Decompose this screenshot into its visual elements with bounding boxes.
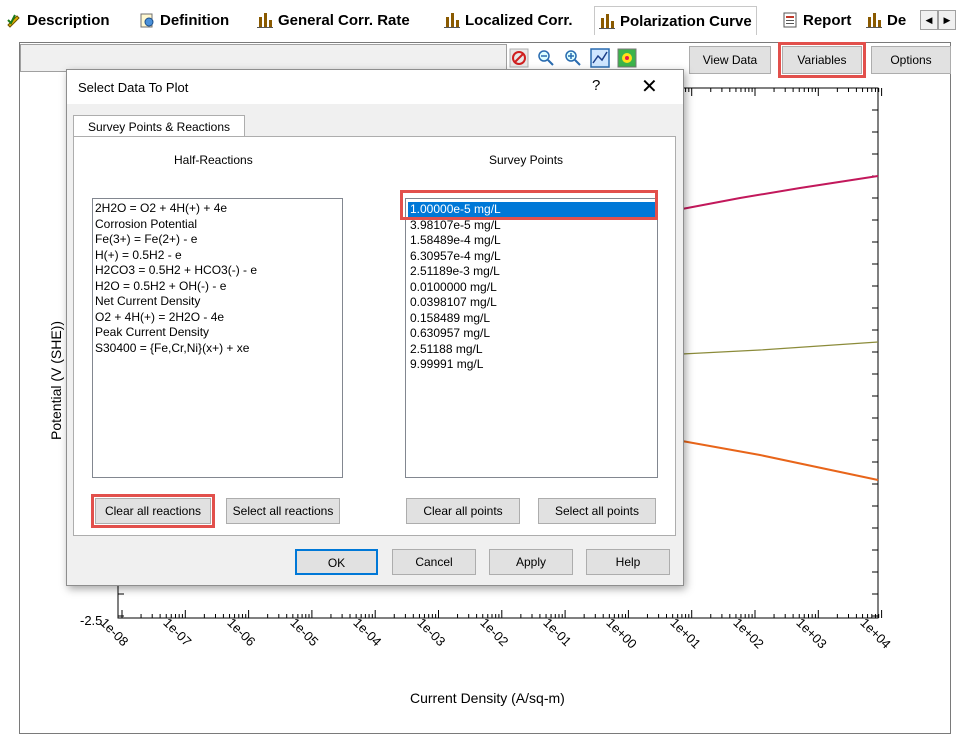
reaction-item[interactable]: H(+) = 0.5H2 - e [93, 248, 342, 264]
survey-point-item[interactable]: 0.158489 mg/L [408, 311, 655, 327]
tab-label: Definition [160, 11, 230, 29]
reaction-item[interactable]: O2 + 4H(+) = 2H2O - 4e [93, 310, 342, 326]
scroll-left-icon[interactable]: ◀ [920, 10, 938, 30]
select-all-points-button[interactable]: Select all points [538, 498, 656, 524]
plot-toolbar-strip [20, 44, 507, 72]
pencil-check-icon [6, 12, 22, 28]
selection-highlight [400, 190, 658, 220]
reaction-item[interactable]: Corrosion Potential [93, 217, 342, 233]
dialog-title: Select Data To Plot [78, 80, 189, 95]
tab-label: Description [27, 11, 110, 29]
close-icon[interactable]: ✕ [641, 74, 658, 99]
reaction-item[interactable]: H2O = 0.5H2 + OH(-) - e [93, 279, 342, 295]
survey-point-item[interactable]: 0.0398107 mg/L [408, 295, 655, 311]
line-chart-icon[interactable] [590, 48, 610, 68]
select-data-dialog: Select Data To Plot ? ✕ Survey Points & … [66, 69, 684, 586]
contour-map-icon[interactable] [617, 48, 637, 68]
gear-doc-icon [139, 12, 155, 28]
tab-definition[interactable]: Definition [139, 8, 229, 32]
ok-button[interactable]: OK [295, 549, 378, 575]
tab-general-corr-rate[interactable]: General Corr. Rate [257, 8, 410, 32]
tab-description[interactable]: Description [6, 8, 110, 32]
report-icon [782, 12, 798, 28]
view-data-button[interactable]: View Data [689, 46, 771, 74]
reaction-item[interactable]: Net Current Density [93, 294, 342, 310]
tab-scroll: ◀ ▶ [920, 10, 956, 30]
tab-label: General Corr. Rate [278, 11, 410, 29]
bar-chart-icon [866, 12, 882, 28]
x-axis-label: Current Density (A/sq-m) [410, 690, 565, 706]
reaction-item[interactable]: S30400 = {Fe,Cr,Ni}(x+) + xe [93, 341, 342, 357]
help-button[interactable]: Help [586, 549, 670, 575]
survey-points-list[interactable]: 1.00000e-5 mg/L 3.98107e-5 mg/L 1.58489e-4… [405, 198, 658, 478]
clear-all-points-button[interactable]: Clear all points [406, 498, 520, 524]
reaction-item[interactable]: 2H2O = O2 + 4H(+) + 4e [93, 201, 342, 217]
survey-point-item[interactable]: 6.30957e-4 mg/L [408, 249, 655, 265]
tab-polarization-curve[interactable]: Polarization Curve [594, 6, 757, 35]
survey-point-item[interactable]: 1.58489e-4 mg/L [408, 233, 655, 249]
bar-chart-icon [599, 13, 615, 29]
options-button[interactable]: Options [871, 46, 951, 74]
tab-label: Polarization Curve [620, 12, 752, 30]
variables-button[interactable]: Variables [778, 42, 866, 78]
no-symbol-icon[interactable] [509, 48, 529, 68]
reaction-item[interactable]: Fe(3+) = Fe(2+) - e [93, 232, 342, 248]
survey-points-header: Survey Points [489, 153, 564, 167]
select-all-reactions-button[interactable]: Select all reactions [226, 498, 340, 524]
help-icon[interactable]: ? [592, 77, 600, 94]
zoom-out-icon[interactable] [536, 48, 556, 68]
survey-point-item[interactable]: 2.51189e-3 mg/L [408, 264, 655, 280]
apply-button[interactable]: Apply [489, 549, 573, 575]
half-reactions-list[interactable]: 2H2O = O2 + 4H(+) + 4e Corrosion Potentia… [92, 198, 343, 478]
half-reactions-header: Half-Reactions [174, 153, 253, 167]
tab-de[interactable]: De [866, 8, 918, 32]
tab-report[interactable]: Report [782, 8, 851, 32]
survey-point-item[interactable]: 0.630957 mg/L [408, 326, 655, 342]
tab-label: Report [803, 11, 852, 29]
tab-label: De [887, 11, 907, 29]
tab-label: Localized Corr. [465, 11, 573, 29]
tab-bar: Description Definition General Corr. Rat… [0, 0, 956, 40]
survey-point-item[interactable]: 9.99991 mg/L [408, 357, 655, 373]
clear-all-reactions-button[interactable]: Clear all reactions [91, 494, 215, 528]
reaction-item[interactable]: H2CO3 = 0.5H2 + HCO3(-) - e [93, 263, 342, 279]
reaction-item[interactable]: Peak Current Density [93, 325, 342, 341]
bar-chart-icon [444, 12, 460, 28]
cancel-button[interactable]: Cancel [392, 549, 476, 575]
survey-point-item[interactable]: 2.51188 mg/L [408, 342, 655, 358]
y-axis-label: Potential (V (SHE)) [48, 320, 64, 440]
scroll-right-icon[interactable]: ▶ [938, 10, 956, 30]
tab-localized-corr[interactable]: Localized Corr. [444, 8, 573, 32]
zoom-in-icon[interactable] [563, 48, 583, 68]
bar-chart-icon [257, 12, 273, 28]
survey-point-item[interactable]: 0.0100000 mg/L [408, 280, 655, 296]
dialog-title-bar: Select Data To Plot ? ✕ [67, 70, 683, 104]
tab-survey-points-reactions[interactable]: Survey Points & Reactions [73, 115, 245, 138]
